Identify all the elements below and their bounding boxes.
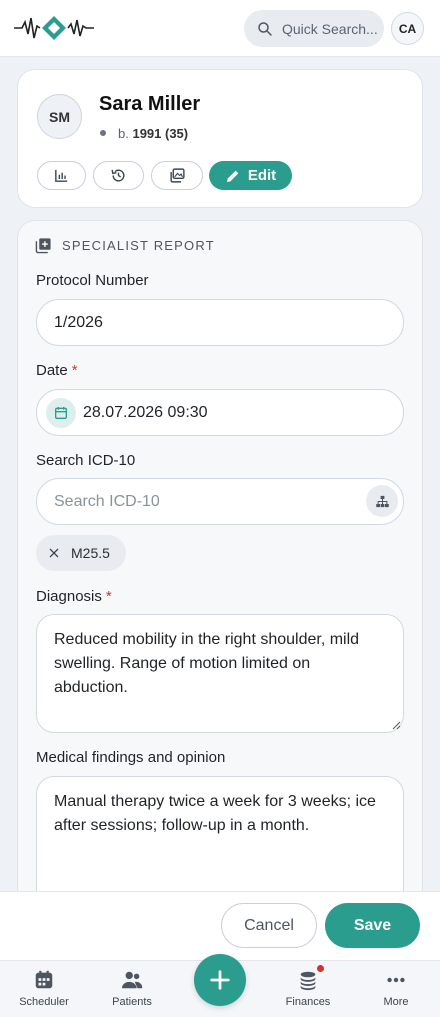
nav-label: Patients xyxy=(112,996,152,1008)
findings-text: Manual therapy twice a week for 3 weeks;… xyxy=(54,793,376,834)
add-note-icon xyxy=(35,238,51,254)
nav-item-more[interactable]: More xyxy=(356,969,436,1008)
history-icon xyxy=(111,169,125,182)
hierarchy-icon[interactable] xyxy=(366,485,398,517)
quick-search-placeholder: Quick Search... xyxy=(282,20,378,37)
stats-button[interactable] xyxy=(37,161,86,190)
gallery-button[interactable] xyxy=(151,161,203,190)
patient-avatar: SM xyxy=(37,94,82,139)
history-button[interactable] xyxy=(93,161,144,190)
patient-birth: b. 1991 (35) xyxy=(118,126,188,141)
icd-chip-label: M25.5 xyxy=(71,545,110,561)
patient-name: Sara Miller xyxy=(99,93,201,115)
search-icon xyxy=(258,21,272,36)
plus-icon xyxy=(210,970,230,990)
date-label-text: Date xyxy=(36,362,68,379)
top-bar: Quick Search... CA xyxy=(0,0,440,57)
nav-label: Finances xyxy=(285,996,331,1008)
nav-label: Scheduler xyxy=(19,996,69,1008)
calendar-icon xyxy=(35,970,53,989)
status-dot xyxy=(100,130,106,136)
notification-badge xyxy=(317,965,324,972)
users-icon xyxy=(121,971,143,989)
save-button[interactable]: Save xyxy=(325,903,420,948)
add-button[interactable] xyxy=(194,954,246,1006)
more-icon xyxy=(387,977,405,983)
bar-chart-icon xyxy=(55,169,68,182)
logo-icon[interactable] xyxy=(14,12,94,44)
form-actions: Cancel Save xyxy=(0,891,440,960)
nav-label: More xyxy=(383,996,409,1008)
calendar-icon[interactable] xyxy=(46,397,76,428)
section-title-text: SPECIALIST REPORT xyxy=(62,238,215,253)
icd-search-input[interactable]: Search ICD-10 xyxy=(36,478,404,525)
resize-grip-icon[interactable] xyxy=(391,720,401,730)
birth-prefix: b. xyxy=(118,126,129,141)
images-icon xyxy=(169,168,185,183)
edit-label: Edit xyxy=(247,167,277,184)
diagnosis-label: Diagnosis * xyxy=(36,588,112,605)
required-mark: * xyxy=(105,588,112,605)
date-value: 28.07.2026 09:30 xyxy=(83,403,208,421)
findings-label: Medical findings and opinion xyxy=(36,749,226,766)
nav-item-scheduler[interactable]: Scheduler xyxy=(4,969,84,1008)
section-title: SPECIALIST REPORT xyxy=(35,237,215,254)
patient-card: SM Sara Miller b. 1991 (35) Edit xyxy=(17,69,423,208)
user-avatar[interactable]: CA xyxy=(391,12,424,45)
protocol-number-input[interactable]: 1/2026 xyxy=(36,299,404,346)
specialist-report-card: SPECIALIST REPORT Protocol Number 1/2026… xyxy=(17,220,423,936)
date-label: Date * xyxy=(36,362,78,379)
diagnosis-textarea[interactable]: Reduced mobility in the right shoulder, … xyxy=(36,614,404,733)
diagnosis-label-text: Diagnosis xyxy=(36,588,102,605)
coins-icon xyxy=(300,971,316,991)
nav-item-finances[interactable]: Finances xyxy=(268,969,348,1008)
icd-chip[interactable]: M25.5 xyxy=(36,535,126,571)
date-input[interactable]: 28.07.2026 09:30 xyxy=(36,389,404,436)
icd-label: Search ICD-10 xyxy=(36,452,136,469)
pencil-icon xyxy=(226,170,239,182)
edit-button[interactable]: Edit xyxy=(209,161,292,190)
birth-value: 1991 (35) xyxy=(132,126,189,141)
diagnosis-text: Reduced mobility in the right shoulder, … xyxy=(54,631,360,696)
icd-placeholder: Search ICD-10 xyxy=(54,492,160,510)
quick-search[interactable]: Quick Search... xyxy=(244,10,384,47)
protocol-label: Protocol Number xyxy=(36,272,149,289)
close-icon[interactable] xyxy=(48,547,60,559)
cancel-button[interactable]: Cancel xyxy=(221,903,317,948)
required-mark: * xyxy=(71,362,78,379)
nav-item-patients[interactable]: Patients xyxy=(92,969,172,1008)
